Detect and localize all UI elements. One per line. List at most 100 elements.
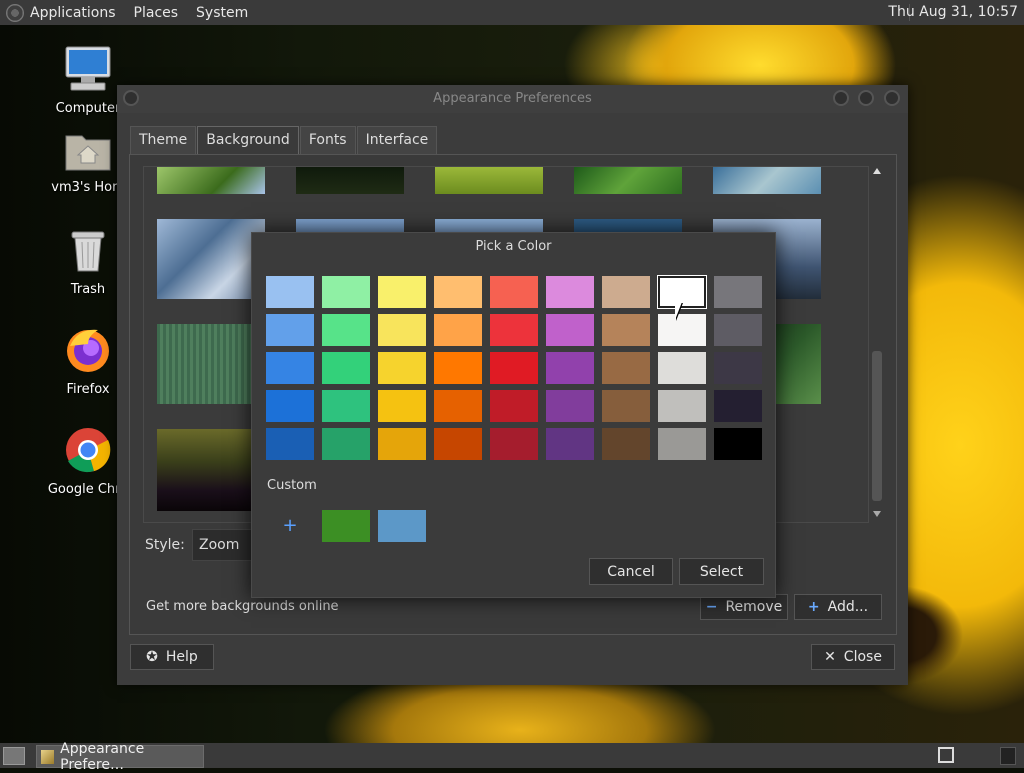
style-combobox-value: Zoom [199,537,240,553]
palette-color-swatch[interactable] [658,352,706,384]
palette-color-swatch[interactable] [602,390,650,422]
tab-fonts[interactable]: Fonts [299,126,356,154]
add-custom-color-button[interactable]: + [266,510,314,542]
tab-background[interactable]: Background [197,126,299,154]
add-button[interactable]: + Add... [794,594,882,620]
palette-color-swatch[interactable] [322,428,370,460]
trash-applet-icon[interactable] [1000,747,1016,765]
palette-color-swatch[interactable] [714,352,762,384]
close-icon: ✕ [824,649,836,665]
style-label: Style: [145,537,185,553]
palette-color-swatch[interactable] [266,390,314,422]
remove-button-label: Remove [725,599,783,615]
palette-color-swatch[interactable] [266,428,314,460]
background-thumbnail[interactable] [157,167,265,194]
panel-clock[interactable]: Thu Aug 31, 10:57 [888,4,1018,20]
window-titlebar[interactable]: Appearance Preferences [117,85,908,113]
plus-icon: + [282,515,298,536]
scrollbar-thumb[interactable] [872,351,882,501]
tab-bar: Theme Background Fonts Interface [130,126,438,154]
show-desktop-icon[interactable] [3,747,25,765]
palette-color-swatch[interactable] [490,314,538,346]
background-thumbnail[interactable] [157,324,265,404]
window-menu-button[interactable] [123,90,139,106]
background-thumbnail[interactable] [296,167,404,194]
pick-color-dialog: Pick a Color Custom + Cancel Select [251,232,776,598]
palette-color-swatch[interactable] [714,314,762,346]
trash-icon [71,231,105,272]
select-button[interactable]: Select [679,558,764,585]
palette-color-swatch[interactable] [434,314,482,346]
cancel-button[interactable]: Cancel [589,558,673,585]
get-more-backgrounds-link[interactable]: Get more backgrounds online [146,599,339,614]
palette-color-swatch[interactable] [714,390,762,422]
palette-color-swatch[interactable] [658,390,706,422]
tab-interface[interactable]: Interface [356,126,438,154]
palette-color-swatch[interactable] [546,276,594,308]
bottom-panel: Appearance Prefere… [0,741,1024,773]
palette-color-swatch[interactable] [546,428,594,460]
palette-color-swatch[interactable] [490,352,538,384]
mouse-cursor-icon [675,302,689,320]
background-thumbnail[interactable] [713,167,821,194]
maximize-button[interactable] [858,90,874,106]
background-thumbnail[interactable] [435,167,543,194]
cancel-button-label: Cancel [607,563,655,580]
palette-color-swatch[interactable] [602,352,650,384]
background-thumbnail[interactable] [574,167,682,194]
minimize-button[interactable] [833,90,849,106]
background-thumbnail[interactable] [157,429,265,511]
palette-color-swatch[interactable] [434,428,482,460]
palette-color-swatch[interactable] [378,390,426,422]
palette-color-swatch[interactable] [714,276,762,308]
palette-color-swatch[interactable] [322,390,370,422]
scroll-down-icon[interactable] [873,511,881,517]
palette-color-swatch[interactable] [266,352,314,384]
palette-color-swatch[interactable] [546,352,594,384]
menu-places[interactable]: Places [134,5,179,21]
thumbnail-scrollbar[interactable] [870,166,884,521]
minus-icon: − [705,599,718,615]
palette-color-swatch[interactable] [434,276,482,308]
dialog-title: Pick a Color [475,239,552,254]
custom-label: Custom [267,478,317,493]
help-icon: ✪ [146,649,158,665]
palette-color-swatch[interactable] [322,352,370,384]
palette-color-swatch[interactable] [714,428,762,460]
close-window-button[interactable] [884,90,900,106]
palette-color-swatch[interactable] [602,314,650,346]
palette-color-swatch[interactable] [490,390,538,422]
taskbar-window-button[interactable]: Appearance Prefere… [36,741,204,773]
palette-color-swatch[interactable] [546,390,594,422]
palette-color-swatch[interactable] [602,428,650,460]
palette-color-swatch[interactable] [378,314,426,346]
palette-color-swatch[interactable] [658,428,706,460]
scroll-up-icon[interactable] [873,168,881,174]
close-button[interactable]: ✕ Close [811,644,895,670]
background-thumbnail[interactable] [157,219,265,299]
appearance-app-icon [41,749,55,764]
palette-color-swatch[interactable] [378,428,426,460]
palette-color-swatch[interactable] [266,314,314,346]
palette-color-swatch[interactable] [266,276,314,308]
help-button[interactable]: ✪ Help [130,644,214,670]
palette-color-swatch[interactable] [546,314,594,346]
distro-logo-icon[interactable] [6,3,24,22]
palette-color-swatch[interactable] [434,390,482,422]
palette-color-swatch[interactable] [602,276,650,308]
palette-color-swatch[interactable] [378,276,426,308]
palette-color-swatch[interactable] [490,428,538,460]
palette-color-swatch[interactable] [490,276,538,308]
palette-color-swatch[interactable] [322,276,370,308]
plus-icon: + [807,599,820,615]
window-title: Appearance Preferences [433,91,592,106]
custom-color-swatch[interactable] [322,510,370,542]
workspace-switcher[interactable] [938,747,954,763]
palette-color-swatch[interactable] [378,352,426,384]
menu-applications[interactable]: Applications [30,5,116,21]
menu-system[interactable]: System [196,5,248,21]
tab-theme[interactable]: Theme [130,126,197,154]
palette-color-swatch[interactable] [322,314,370,346]
custom-color-swatch[interactable] [378,510,426,542]
palette-color-swatch[interactable] [434,352,482,384]
